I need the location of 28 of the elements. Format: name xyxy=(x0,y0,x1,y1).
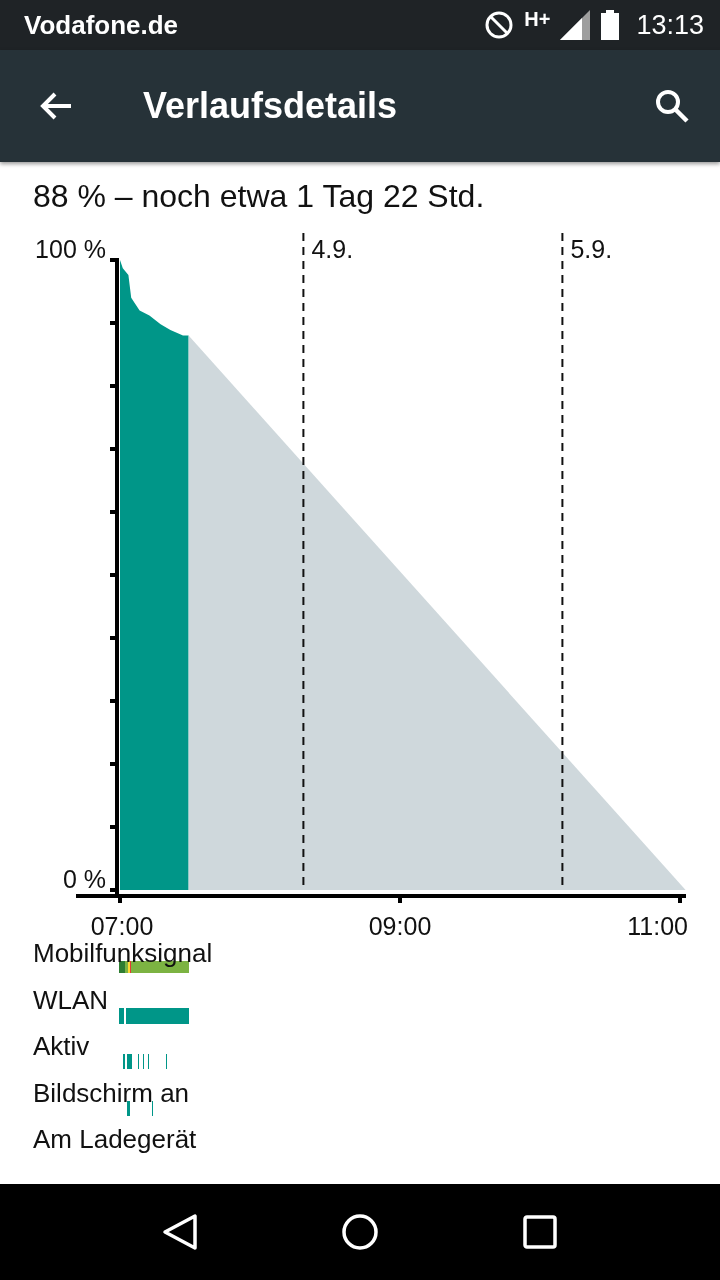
network-type: H+ xyxy=(524,7,551,31)
square-icon xyxy=(523,1215,557,1249)
x-tick-label: 07:00 xyxy=(90,912,154,940)
lane-label: Am Ladegerät xyxy=(33,1125,197,1153)
wifi-activity-drawing xyxy=(119,1007,189,1024)
clock: 13:13 xyxy=(636,9,704,41)
carrier-name: Vodafone.de xyxy=(24,9,180,41)
triangle-icon xyxy=(161,1212,199,1252)
y-tick-label: 0 % xyxy=(62,865,106,893)
battery-summary: 88 % – noch etwa 1 Tag 22 Std. xyxy=(33,178,486,215)
battery-icon xyxy=(600,10,621,40)
back-arrow-icon xyxy=(39,91,73,121)
lane-label: Aktiv xyxy=(33,1032,90,1060)
do-not-disturb-icon xyxy=(484,10,515,40)
date-label: 4.9. xyxy=(311,235,354,263)
search-icon xyxy=(654,88,690,124)
x-tick-label: 09:00 xyxy=(368,912,432,940)
date-label: 5.9. xyxy=(570,235,613,263)
lane-label: WLAN xyxy=(33,985,109,1014)
activity-drawing xyxy=(123,1054,167,1069)
signal-icon xyxy=(560,10,591,40)
screen-title: Verlaufsdetails xyxy=(143,85,399,127)
y-tick-label: 100 % xyxy=(35,235,106,263)
activity-drawing xyxy=(127,1100,153,1116)
lane-label: Bildschirm an xyxy=(33,1078,190,1107)
lane-label: Mobilfunksignal xyxy=(33,939,213,967)
x-tick-label: 11:00 xyxy=(627,912,688,940)
circle-icon xyxy=(341,1213,379,1251)
